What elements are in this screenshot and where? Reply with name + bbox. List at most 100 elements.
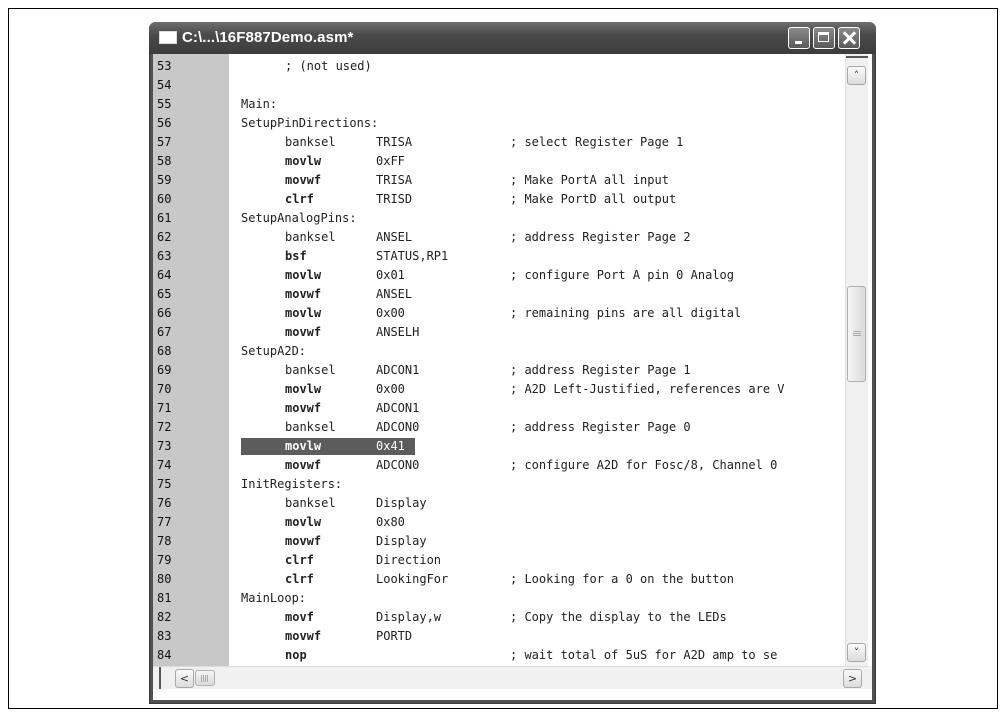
code-comment: ; remaining pins are all digital: [510, 306, 742, 320]
title-bar[interactable]: C:\...\16F887Demo.asm*: [149, 22, 876, 54]
code-operand: ADCON0: [376, 458, 420, 472]
code-line[interactable]: 61 SetupAnalogPins:: [153, 209, 845, 228]
code-line[interactable]: 76 banksel Display: [153, 494, 845, 513]
code-operand: 0x00: [376, 306, 405, 320]
code-operand: 0x00: [376, 382, 405, 396]
code-line[interactable]: 82 movf Display,w ; Copy the display to the…: [153, 608, 845, 627]
code-instruction: movlw: [285, 154, 322, 168]
code-line[interactable]: 58 movlw 0xFF: [153, 152, 845, 171]
code-operand: STATUS,RP1: [376, 249, 449, 263]
code-operand: Display,w: [376, 610, 442, 624]
scroll-left-button[interactable]: <: [175, 669, 194, 688]
code-line[interactable]: 66 movlw 0x00 ; remaining pins are all digi…: [153, 304, 845, 323]
code-line[interactable]: 67 movwf ANSELH: [153, 323, 845, 342]
scroll-right-button[interactable]: >: [843, 669, 862, 688]
code-operand: Display: [376, 496, 427, 510]
code-instruction: clrf: [285, 553, 314, 567]
line-number: 57: [157, 135, 172, 149]
code-line[interactable]: 79 clrf Direction: [153, 551, 845, 570]
line-number: 81: [157, 591, 172, 605]
code-line[interactable]: 84 nop ; wait total of 5uS for A2D amp to …: [153, 646, 845, 665]
code-instruction: banksel: [285, 135, 336, 149]
vertical-scroll-thumb[interactable]: [847, 286, 866, 382]
line-number: 53: [157, 59, 172, 73]
editor-client-area: 53 ; (not used) 54 55 Main: 56 SetupPinDirecti…: [153, 54, 872, 700]
code-line[interactable]: 74 movwf ADCON0 ; configure A2D for Fosc/8,…: [153, 456, 845, 475]
code-line[interactable]: 59 movwf TRISA ; Make PortA all input: [153, 171, 845, 190]
line-number: 73: [157, 439, 172, 453]
code-comment: ; wait total of 5uS for A2D amp to se: [510, 648, 778, 662]
code-label: SetupAnalogPins:: [241, 211, 357, 225]
code-line[interactable]: 70 movlw 0x00 ; A2D Left-Justified, referen…: [153, 380, 845, 399]
code-line[interactable]: 83 movwf PORTD: [153, 627, 845, 646]
code-instruction: banksel: [285, 363, 336, 377]
code-label: SetupA2D:: [241, 344, 307, 358]
code-label: SetupPinDirections:: [241, 116, 379, 130]
code-operand: ANSEL: [376, 287, 413, 301]
vertical-scrollbar[interactable]: ˄ ˅: [845, 54, 868, 666]
code-line[interactable]: 77 movlw 0x80: [153, 513, 845, 532]
code-instruction: nop: [285, 648, 307, 662]
code-line[interactable]: 57 banksel TRISA ; select Register Page 1: [153, 133, 845, 152]
code-line[interactable]: 56 SetupPinDirections:: [153, 114, 845, 133]
editor-window: C:\...\16F887Demo.asm* 53 ; (not used) 54 5…: [149, 22, 876, 704]
line-number: 58: [157, 154, 172, 168]
code-operand: LookingFor: [376, 572, 449, 586]
code-operand: 0x41: [376, 439, 405, 453]
line-number: 75: [157, 477, 172, 491]
window-title: C:\...\16F887Demo.asm*: [182, 29, 354, 46]
code-comment: ; address Register Page 1: [510, 363, 691, 377]
code-line[interactable]: 63 bsf STATUS,RP1: [153, 247, 845, 266]
chevron-right-icon: >: [847, 672, 858, 685]
horizontal-scroll-thumb[interactable]: [195, 670, 215, 686]
code-instruction: movwf: [285, 325, 322, 339]
code-line[interactable]: 65 movwf ANSEL: [153, 285, 845, 304]
line-number: 77: [157, 515, 172, 529]
close-button[interactable]: [838, 27, 860, 49]
code-label: MainLoop:: [241, 591, 307, 605]
chevron-down-icon: ˅: [853, 646, 860, 659]
scrollbar-split-handle-horizontal[interactable]: [159, 667, 161, 689]
code-line[interactable]: 55 Main:: [153, 95, 845, 114]
scroll-up-button[interactable]: ˄: [847, 66, 866, 85]
minimize-button[interactable]: [788, 27, 810, 49]
code-instruction: movf: [285, 610, 314, 624]
code-operand: 0xFF: [376, 154, 405, 168]
scroll-down-button[interactable]: ˅: [847, 643, 866, 662]
code-line[interactable]: 69 banksel ADCON1 ; address Register Page 1: [153, 361, 845, 380]
code-line[interactable]: 81 MainLoop:: [153, 589, 845, 608]
code-instruction: movwf: [285, 173, 322, 187]
code-comment: ; address Register Page 2: [510, 230, 691, 244]
line-number: 78: [157, 534, 172, 548]
scrollbar-split-handle[interactable]: [846, 56, 868, 58]
code-line[interactable]: 72 banksel ADCON0 ; address Register Page 0: [153, 418, 845, 437]
code-comment: ; Make PortD all output: [510, 192, 677, 206]
code-operand: 0x80: [376, 515, 405, 529]
code-line[interactable]: 78 movwf Display: [153, 532, 845, 551]
code-line[interactable]: 64 movlw 0x01 ; configure Port A pin 0 Anal…: [153, 266, 845, 285]
code-text-area[interactable]: 53 ; (not used) 54 55 Main: 56 SetupPinDirecti…: [153, 54, 845, 666]
horizontal-scrollbar[interactable]: < >: [153, 666, 868, 689]
code-line[interactable]: 53 ; (not used): [153, 57, 845, 76]
line-number: 69: [157, 363, 172, 377]
code-line[interactable]: 62 banksel ANSEL ; address Register Page 2: [153, 228, 845, 247]
chevron-up-icon: ˄: [853, 69, 860, 82]
maximize-button[interactable]: [813, 27, 835, 49]
code-operand: 0x01: [376, 268, 405, 282]
line-number: 76: [157, 496, 172, 510]
line-number: 72: [157, 420, 172, 434]
selected-code-line[interactable]: 73 movlw 0x41: [153, 437, 845, 456]
code-instruction: movlw: [285, 268, 322, 282]
code-line[interactable]: 75 InitRegisters:: [153, 475, 845, 494]
code-line[interactable]: 54: [153, 76, 845, 95]
code-line[interactable]: 68 SetupA2D:: [153, 342, 845, 361]
code-line[interactable]: 80 clrf LookingFor ; Looking for a 0 on the…: [153, 570, 845, 589]
code-instruction: bsf: [285, 249, 307, 263]
code-comment: ; A2D Left-Justified, references are V: [510, 382, 785, 396]
code-operand: Display: [376, 534, 427, 548]
code-operand: Direction: [376, 553, 442, 567]
code-line[interactable]: 71 movwf ADCON1: [153, 399, 845, 418]
code-instruction: movwf: [285, 458, 322, 472]
code-line[interactable]: 60 clrf TRISD ; Make PortD all output: [153, 190, 845, 209]
code-instruction: movlw: [285, 306, 322, 320]
